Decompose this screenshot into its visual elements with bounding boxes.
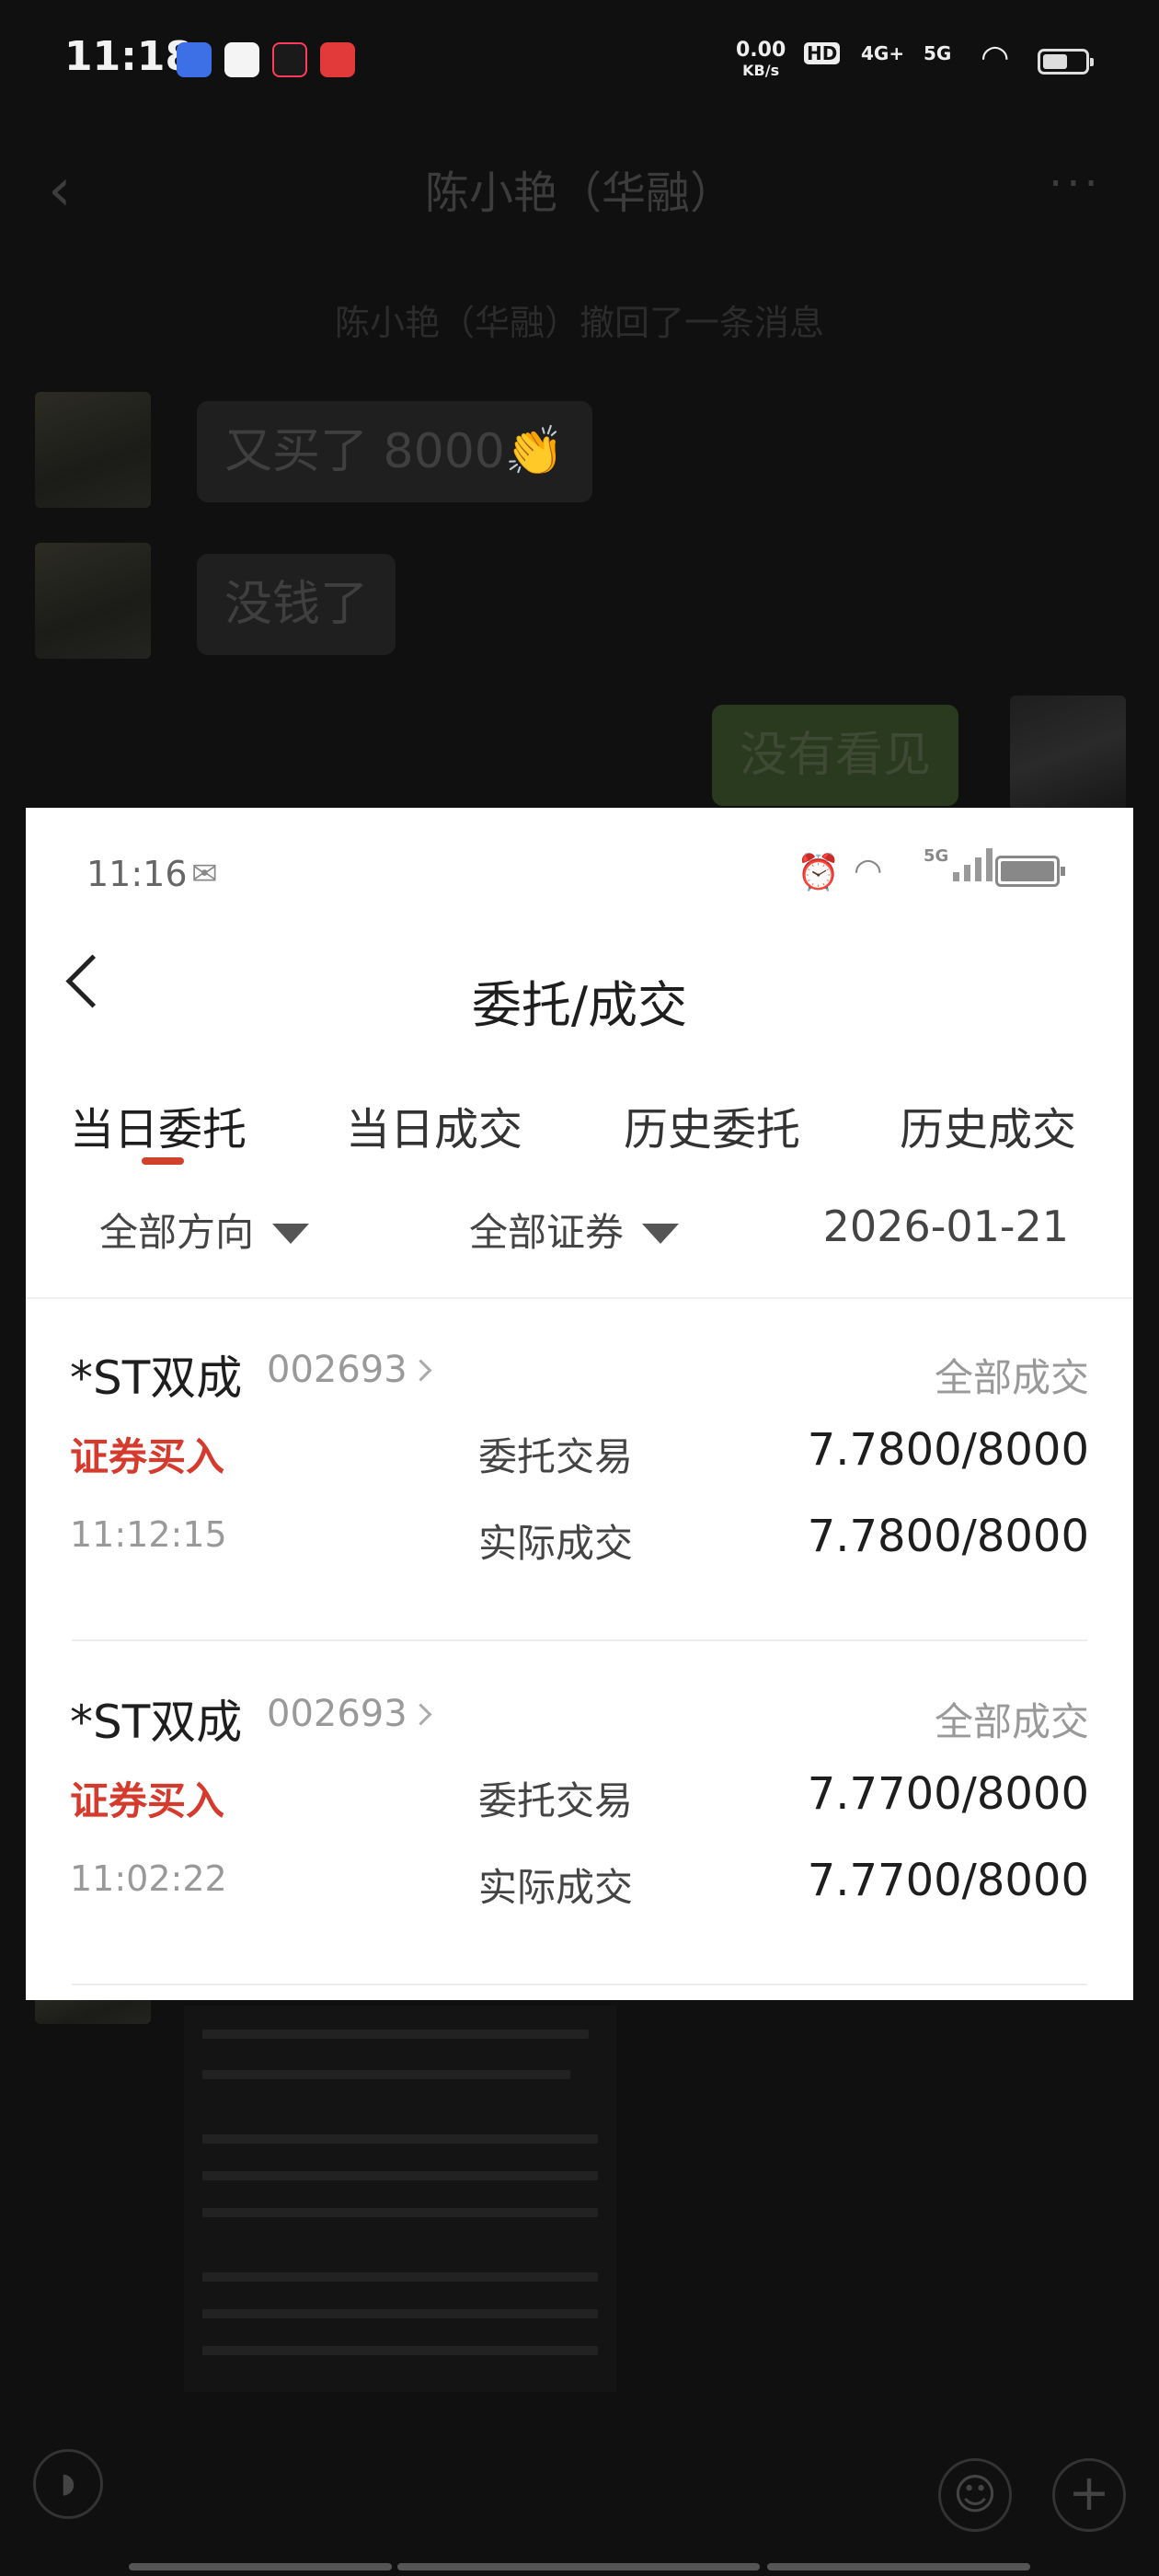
image-message-thumbnail[interactable]	[184, 2006, 616, 2392]
message-bubble[interactable]: 又买了 8000👏	[197, 401, 592, 502]
chat-title: 陈小艳（华融）	[424, 167, 734, 219]
avatar[interactable]	[35, 543, 151, 659]
order-status: 全部成交	[934, 1699, 1089, 1744]
thumbnail-detail	[202, 2134, 598, 2144]
deal-label: 实际成交	[478, 1521, 634, 1566]
order-time: 11:12:15	[70, 1514, 227, 1555]
thumbnail-detail	[202, 2030, 589, 2039]
alarm-icon: ⏰	[797, 852, 841, 892]
shared-screenshot[interactable]: 11:16 ✉ ⏰ ◠ 5G 委托/成交 当日委托 当日成交 历史委托 历史成交…	[26, 808, 1133, 2000]
thumbnail-detail	[202, 2070, 570, 2079]
page-title: 委托/成交	[471, 976, 688, 1034]
divider	[26, 1297, 1133, 1299]
stock-code[interactable]: 002693	[267, 1693, 432, 1735]
order-value: 7.7800/8000	[807, 1424, 1089, 1476]
security-filter[interactable]: 全部证券	[469, 1202, 680, 1258]
order-label: 委托交易	[478, 1778, 634, 1823]
gesture-bar	[767, 2563, 1030, 2570]
wechat-icon: ✉	[191, 856, 218, 892]
divider	[72, 1984, 1087, 1985]
network-4g-label: 4G+	[861, 42, 905, 64]
order-record[interactable]: *ST双成 002693 全部成交 证券买入 11:02:22 委托交易 实际成…	[26, 1685, 1133, 2000]
tab-today-deals[interactable]: 当日成交	[346, 1093, 522, 1157]
direction-filter-label: 全部方向	[99, 1210, 255, 1255]
screenshot-status-time: 11:16	[86, 854, 188, 894]
order-status: 全部成交	[934, 1355, 1089, 1400]
avatar[interactable]	[35, 392, 151, 508]
thumbnail-detail	[202, 2346, 598, 2355]
deal-value: 7.7700/8000	[807, 1855, 1089, 1906]
network-speed-unit: KB/s	[742, 62, 780, 79]
tab-today-orders[interactable]: 当日委托	[70, 1093, 247, 1157]
plus-icon[interactable]: +	[1052, 2458, 1126, 2532]
avatar-own[interactable]	[1010, 696, 1126, 811]
tab-history-deals[interactable]: 历史成交	[900, 1093, 1076, 1157]
network-speed: 0.00 KB/s	[736, 40, 786, 81]
signal-label: 5G	[924, 846, 949, 866]
date-filter[interactable]: 2026-01-21	[823, 1202, 1069, 1251]
voice-input-icon[interactable]: ◗	[33, 2449, 103, 2519]
chevron-right-icon	[409, 1359, 432, 1382]
wifi-icon: ◠	[854, 852, 883, 890]
network-5g-label: 5G	[924, 42, 952, 64]
tab-history-orders[interactable]: 历史委托	[624, 1093, 800, 1157]
chevron-right-icon	[409, 1703, 432, 1726]
order-record[interactable]: *ST双成 002693 全部成交 证券买入 11:12:15 委托交易 实际成…	[26, 1341, 1133, 1673]
deal-value: 7.7800/8000	[807, 1511, 1089, 1562]
order-label: 委托交易	[478, 1434, 634, 1479]
order-direction: 证券买入	[70, 1778, 225, 1823]
caret-down-icon	[272, 1223, 310, 1244]
stock-name: *ST双成	[70, 1351, 243, 1405]
thumbnail-detail	[202, 2309, 598, 2318]
baidu-icon	[177, 42, 212, 77]
active-tab-indicator	[142, 1157, 184, 1165]
security-filter-label: 全部证券	[469, 1210, 625, 1255]
battery-icon	[1038, 49, 1094, 75]
gesture-bar	[397, 2563, 760, 2570]
hd-badge: HD	[804, 42, 841, 64]
mail-icon	[224, 42, 259, 77]
emoji-icon[interactable]: ☺	[938, 2458, 1012, 2532]
tiktok-icon	[272, 42, 307, 77]
stock-code-value: 002693	[267, 1349, 407, 1391]
status-time: 11:18	[64, 33, 194, 80]
wifi-icon: ◠	[981, 39, 1010, 76]
deal-label: 实际成交	[478, 1865, 634, 1910]
thumbnail-detail	[202, 2272, 598, 2282]
more-icon[interactable]: ···	[1049, 158, 1102, 210]
news-app-icon	[320, 42, 355, 77]
divider	[72, 1639, 1087, 1641]
message-bubble-own[interactable]: 没有看见	[712, 705, 959, 806]
thumbnail-detail	[202, 2171, 598, 2180]
order-value: 7.7700/8000	[807, 1768, 1089, 1820]
stock-code-value: 002693	[267, 1693, 407, 1735]
stock-name: *ST双成	[70, 1696, 243, 1749]
stock-code[interactable]: 002693	[267, 1349, 432, 1391]
recall-notice: 陈小艳（华融）撤回了一条消息	[334, 303, 824, 343]
message-bubble[interactable]: 没钱了	[197, 554, 396, 655]
direction-filter[interactable]: 全部方向	[99, 1202, 310, 1258]
thumbnail-detail	[202, 2208, 598, 2217]
order-direction: 证券买入	[70, 1434, 225, 1479]
gesture-bar	[129, 2563, 392, 2570]
order-time: 11:02:22	[70, 1858, 227, 1899]
battery-icon	[995, 856, 1065, 887]
network-speed-value: 0.00	[736, 39, 786, 62]
caret-down-icon	[642, 1223, 680, 1244]
